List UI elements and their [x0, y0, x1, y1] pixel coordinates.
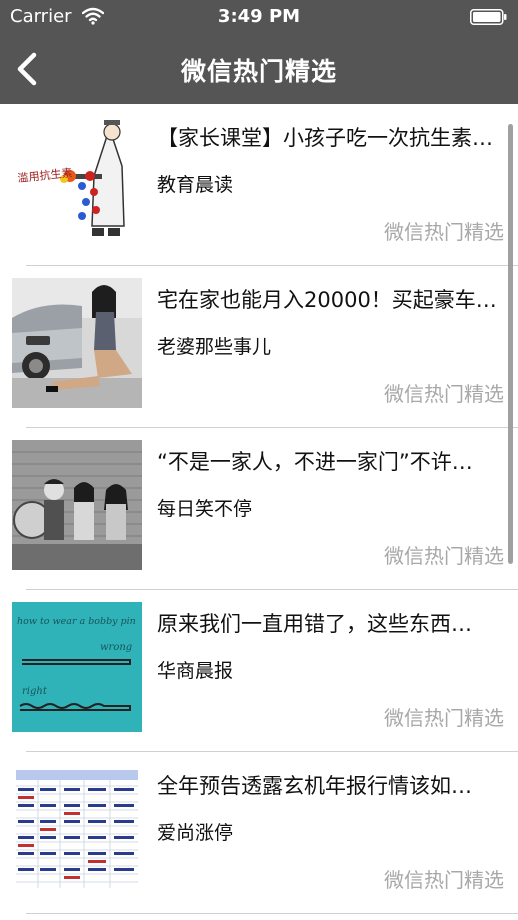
battery-icon: [470, 9, 507, 25]
article-thumbnail: how to wear a bobby pin wrong right: [12, 602, 142, 732]
list-item[interactable]: 滥用抗生素 【家长课堂】小孩子吃一次抗生素… 教育晨读 微信热门精选: [0, 104, 518, 266]
article-title: 【家长课堂】小孩子吃一次抗生素…: [157, 126, 493, 150]
article-category-tag: 微信热门精选: [384, 220, 504, 244]
thumbnail-caption: how to wear a bobby pin: [17, 616, 136, 627]
article-source: 华商晨报: [157, 660, 234, 682]
article-category-tag: 微信热门精选: [384, 382, 504, 406]
thumbnail-caption-right: right: [22, 686, 48, 697]
article-title: 原来我们一直用错了，这些东西…: [157, 612, 472, 636]
article-thumbnail: [12, 278, 142, 408]
article-source: 每日笑不停: [157, 498, 253, 520]
article-list[interactable]: 滥用抗生素 【家长课堂】小孩子吃一次抗生素… 教育晨读 微信热门精选 宅在家也能…: [0, 104, 518, 920]
article-title: “不是一家人，不进一家门”不许…: [157, 450, 473, 474]
list-item[interactable]: “不是一家人，不进一家门”不许… 每日笑不停 微信热门精选: [0, 428, 518, 590]
list-item[interactable]: 全年预告透露玄机年报行情该如… 爱尚涨停 微信热门精选: [0, 752, 518, 914]
clock: 3:49 PM: [217, 6, 301, 27]
article-source: 老婆那些事儿: [157, 336, 272, 358]
article-category-tag: 微信热门精选: [384, 706, 504, 730]
status-bar: Carrier 3:49 PM: [0, 0, 518, 34]
article-source: 爱尚涨停: [157, 822, 234, 844]
article-category-tag: 微信热门精选: [384, 544, 504, 568]
list-item[interactable]: how to wear a bobby pin wrong right 原来我们…: [0, 590, 518, 752]
list-item[interactable]: 宅在家也能月入20000！买起豪车… 老婆那些事儿 微信热门精选: [0, 266, 518, 428]
page-title: 微信热门精选: [180, 57, 337, 86]
navigation-bar: 微信热门精选: [0, 34, 518, 104]
article-category-tag: 微信热门精选: [384, 868, 504, 892]
article-thumbnail: 滥用抗生素: [12, 116, 142, 246]
article-source: 教育晨读: [157, 174, 234, 196]
vertical-scrollbar[interactable]: [508, 124, 513, 564]
divider: [26, 913, 518, 914]
article-title: 全年预告透露玄机年报行情该如…: [157, 774, 472, 798]
article-thumbnail: [12, 764, 142, 894]
article-title: 宅在家也能月入20000！买起豪车…: [157, 288, 497, 312]
thumbnail-caption-wrong: wrong: [100, 642, 132, 653]
article-thumbnail: [12, 440, 142, 570]
